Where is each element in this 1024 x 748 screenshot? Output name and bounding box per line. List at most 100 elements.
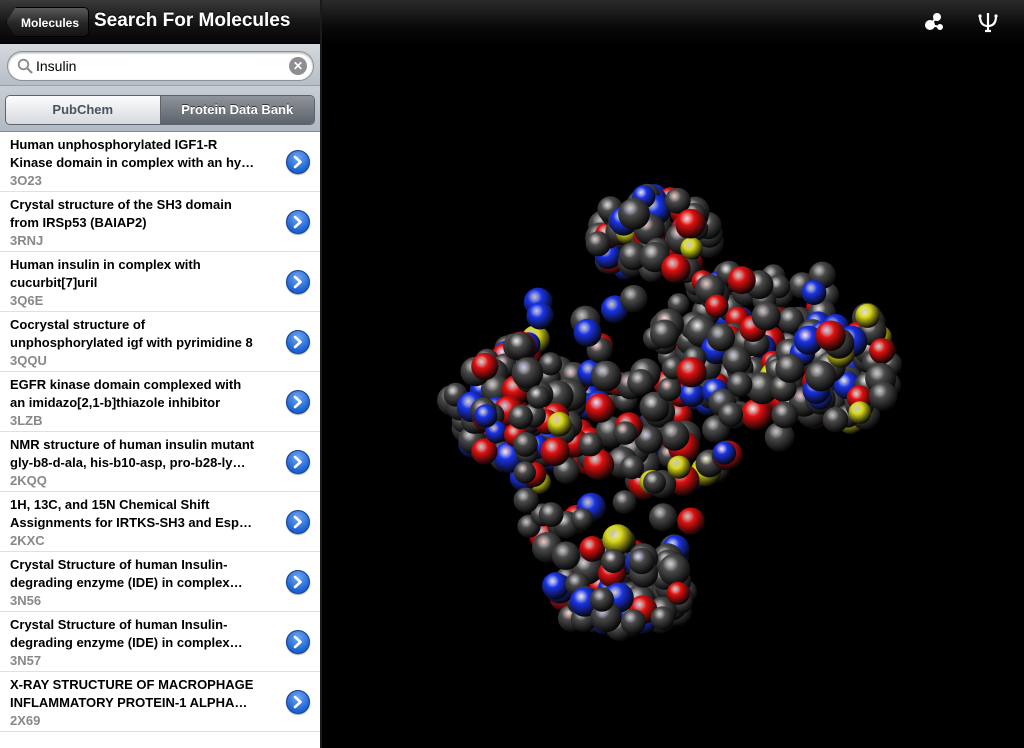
result-id: 2X69 [10, 713, 41, 728]
result-title: Crystal Structure of human Insulin- degr… [10, 617, 243, 650]
atom-sphere [511, 357, 544, 389]
result-row[interactable]: Human unphosphorylated IGF1-R Kinase dom… [0, 132, 320, 192]
result-row[interactable]: Crystal structure of the SH3 domain from… [0, 192, 320, 252]
molecule-panel [322, 0, 1024, 748]
atom-sphere [822, 406, 849, 433]
visualization-mode-icon[interactable] [922, 10, 946, 34]
atom-sphere [612, 490, 637, 515]
atom-sphere [643, 470, 666, 494]
atom-sphere [551, 541, 581, 570]
atom-sphere [771, 401, 798, 429]
source-selector-bar: PubChem Protein Data Bank [0, 86, 320, 132]
atom-sphere [542, 572, 570, 600]
results-list: Human unphosphorylated IGF1-R Kinase dom… [0, 132, 320, 732]
search-panel: Molecules Search For Molecules ✕ PubChem… [0, 0, 320, 748]
atom-sphere [601, 549, 626, 573]
result-id: 3N56 [10, 593, 42, 608]
atom-sphere [855, 303, 880, 328]
atom-sphere [666, 581, 690, 605]
result-row[interactable]: Crystal Structure of human Insulin- degr… [0, 612, 320, 672]
atom-sphere [740, 398, 773, 431]
atom-sphere [869, 338, 895, 364]
atom-sphere [868, 381, 898, 411]
segment-pubchem[interactable]: PubChem [6, 96, 160, 124]
result-title: Crystal structure of the SH3 domain from… [10, 197, 232, 230]
result-row[interactable]: NMR structure of human insulin mutant gl… [0, 432, 320, 492]
result-title: Cocrystal structure of unphosphorylated … [10, 317, 253, 350]
atom-sphere [667, 455, 691, 479]
atom-sphere [513, 487, 539, 513]
result-title: Human insulin in complex with cucurbit[7… [10, 257, 201, 290]
detail-disclosure-icon[interactable] [286, 570, 310, 594]
detail-disclosure-icon[interactable] [286, 210, 310, 234]
detail-disclosure-icon[interactable] [286, 450, 310, 474]
atom-sphere [676, 357, 707, 388]
molecule-3d-view[interactable] [322, 44, 1024, 748]
atom-sphere [578, 432, 603, 457]
atom-sphere [526, 385, 551, 409]
result-row[interactable]: Cocrystal structure of unphosphorylated … [0, 312, 320, 372]
atom-sphere [775, 353, 805, 383]
atom-sphere [618, 198, 650, 230]
atom-sphere [650, 319, 679, 349]
atom-sphere [506, 332, 534, 360]
atom-sphere [540, 436, 570, 466]
atom-sphere [707, 323, 736, 352]
result-id: 3QQU [10, 353, 47, 368]
atom-sphere [620, 609, 646, 635]
atom-sphere [661, 253, 691, 284]
detail-disclosure-icon[interactable] [286, 630, 310, 654]
result-title: X-RAY STRUCTURE OF MACROPHAGE INFLAMMATO… [10, 677, 254, 710]
atom-sphere [658, 553, 691, 586]
detail-disclosure-icon[interactable] [286, 270, 310, 294]
detail-disclosure-icon[interactable] [286, 330, 310, 354]
result-id: 3O23 [10, 173, 42, 188]
detail-disclosure-icon[interactable] [286, 390, 310, 414]
atom-sphere [649, 503, 678, 532]
atom-sphere [613, 421, 637, 445]
segment-protein-data-bank[interactable]: Protein Data Bank [159, 96, 314, 124]
search-icon [17, 58, 33, 74]
atom-sphere [513, 432, 538, 457]
search-input[interactable] [36, 56, 284, 76]
clear-search-icon[interactable]: ✕ [289, 57, 307, 75]
back-button[interactable]: Molecules [6, 7, 90, 37]
result-id: 3N57 [10, 653, 42, 668]
result-row[interactable]: X-RAY STRUCTURE OF MACROPHAGE INFLAMMATO… [0, 672, 320, 732]
detail-disclosure-icon[interactable] [286, 690, 310, 714]
atom-sphere [620, 285, 648, 313]
molecule-atoms [437, 183, 903, 642]
atom-sphere [579, 536, 606, 562]
result-title: NMR structure of human insulin mutant gl… [10, 437, 255, 470]
result-row[interactable]: Crystal Structure of human Insulin- degr… [0, 552, 320, 612]
atom-sphere [474, 404, 498, 428]
atom-sphere [589, 587, 615, 612]
result-row[interactable]: EGFR kinase domain complexed with an imi… [0, 372, 320, 432]
atom-sphere [722, 346, 752, 375]
atom-sphere [659, 421, 690, 451]
result-id: 3LZB [10, 413, 43, 428]
atom-sphere [727, 266, 756, 295]
result-title: EGFR kinase domain complexed with an imi… [10, 377, 242, 410]
atom-sphere [628, 547, 655, 575]
result-id: 2KXC [10, 533, 45, 548]
search-field[interactable]: ✕ [7, 51, 314, 81]
atom-sphere [585, 231, 611, 257]
detail-disclosure-icon[interactable] [286, 510, 310, 534]
result-row[interactable]: 1H, 13C, and 15N Chemical Shift Assignme… [0, 492, 320, 552]
atom-sphere [805, 360, 837, 392]
atom-sphere [712, 441, 737, 465]
surface-mode-icon[interactable] [976, 10, 1000, 34]
atom-sphere [657, 377, 682, 402]
atom-sphere [526, 302, 554, 330]
result-title: 1H, 13C, and 15N Chemical Shift Assignme… [10, 497, 252, 530]
atom-sphere [590, 360, 622, 392]
atom-sphere [538, 502, 564, 527]
result-row[interactable]: Human insulin in complex with cucurbit[7… [0, 252, 320, 312]
detail-disclosure-icon[interactable] [286, 150, 310, 174]
atom-sphere [677, 507, 705, 536]
atom-sphere [815, 320, 846, 351]
page-title: Search For Molecules [94, 10, 291, 31]
result-title: Crystal Structure of human Insulin- degr… [10, 557, 243, 590]
atom-sphere [718, 402, 744, 427]
